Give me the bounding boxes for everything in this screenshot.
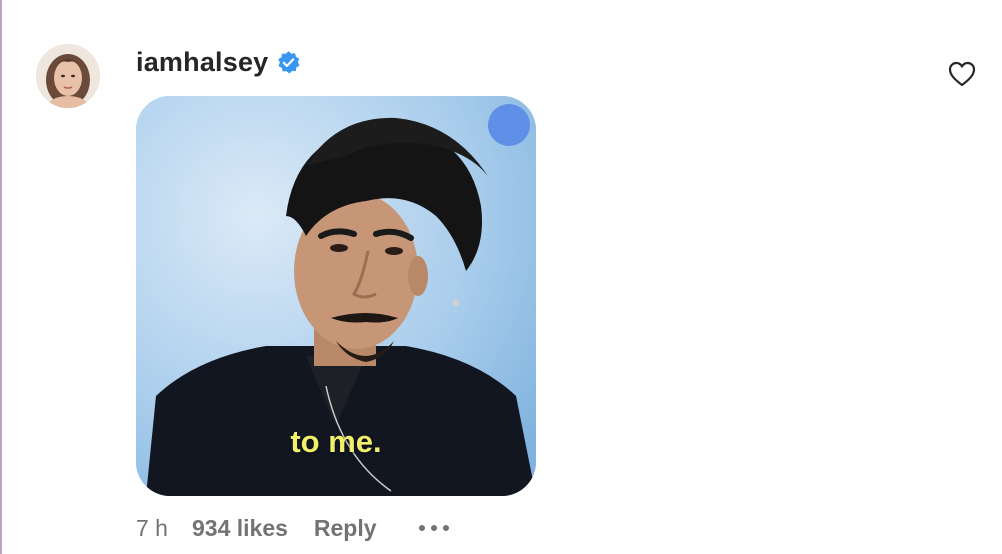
verified-badge-icon	[276, 50, 301, 75]
reply-button[interactable]: Reply	[314, 515, 377, 542]
comment-header: iamhalsey	[136, 44, 301, 80]
avatar[interactable]	[36, 44, 100, 108]
comment-timestamp[interactable]: 7 h	[136, 515, 168, 542]
heart-outline-icon[interactable]	[948, 61, 976, 87]
comment-media-gif[interactable]: to me.	[136, 96, 536, 496]
likes-count[interactable]: 934 likes	[192, 515, 288, 542]
media-subtitle: to me.	[290, 424, 382, 459]
more-options-icon[interactable]	[417, 523, 451, 533]
username-link[interactable]: iamhalsey	[136, 47, 268, 78]
window-edge	[0, 0, 2, 554]
comment-footer: 7 h 934 likes Reply	[136, 512, 451, 544]
